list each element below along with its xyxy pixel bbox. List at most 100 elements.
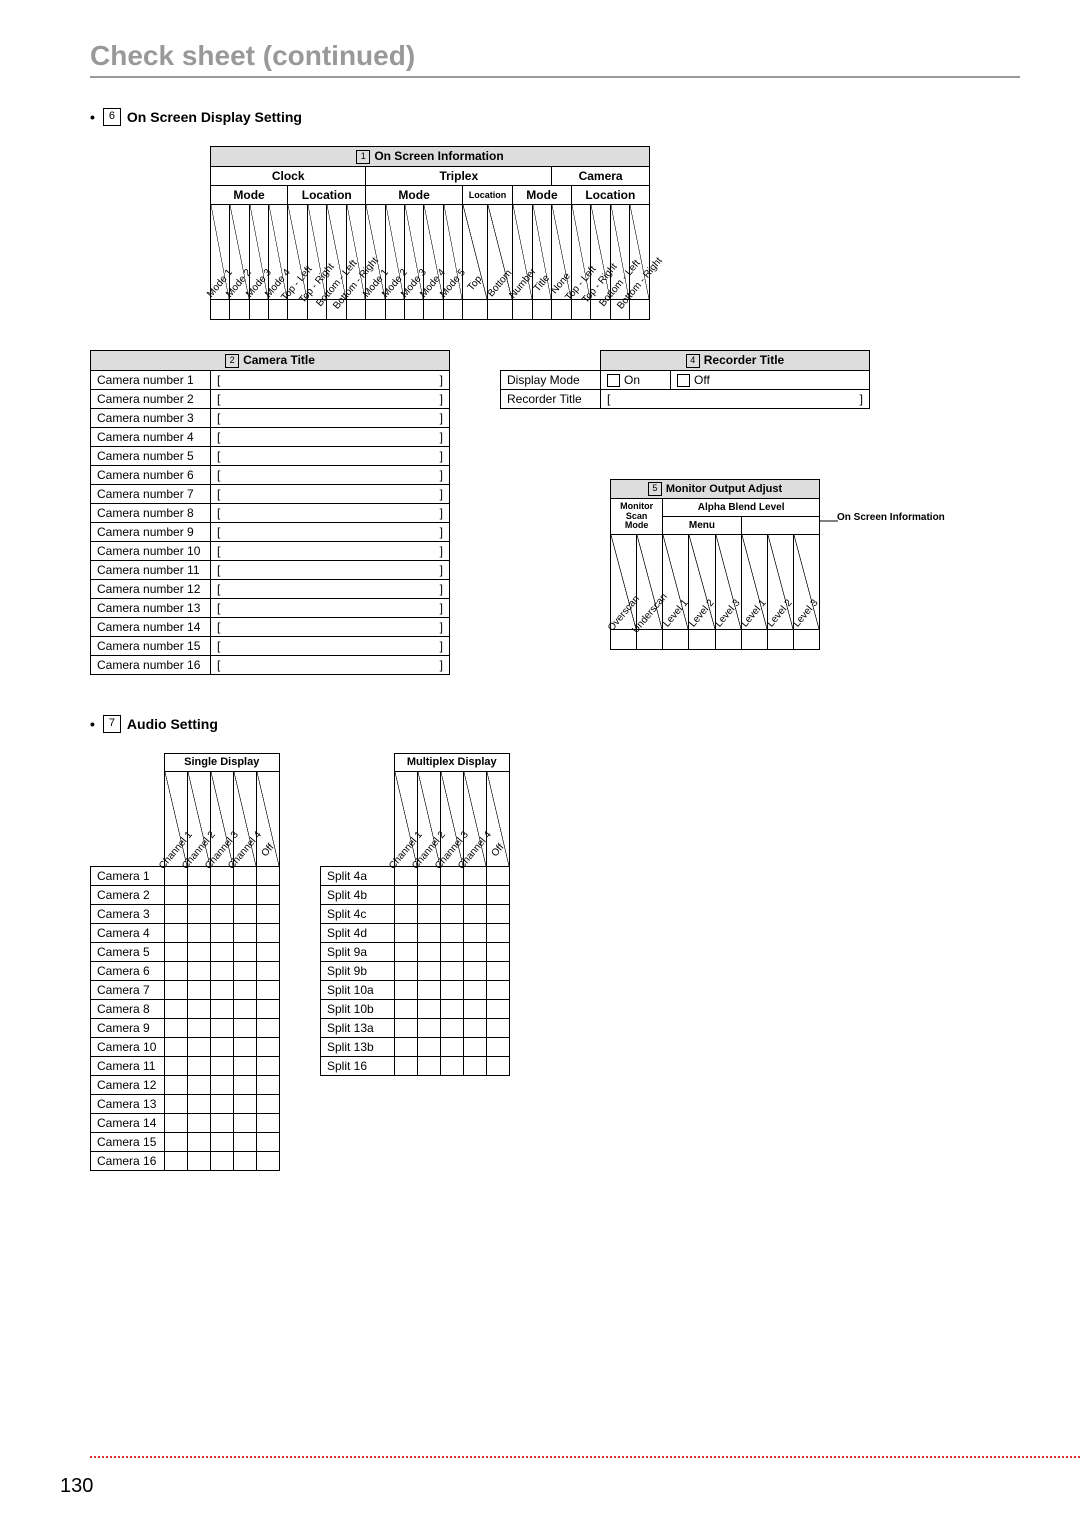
fill-cell[interactable] xyxy=(256,885,279,904)
fill-cell[interactable] xyxy=(256,866,279,885)
fill-cell[interactable] xyxy=(741,629,767,649)
fill-cell[interactable] xyxy=(417,1037,440,1056)
fill-cell[interactable] xyxy=(164,1018,187,1037)
fill-cell[interactable] xyxy=(394,1018,417,1037)
fill-cell[interactable] xyxy=(417,999,440,1018)
input-cell[interactable]: [] xyxy=(211,484,450,503)
fill-cell[interactable] xyxy=(486,866,509,885)
fill-cell[interactable] xyxy=(164,1113,187,1132)
fill-cell[interactable] xyxy=(210,1151,233,1170)
fill-cell[interactable] xyxy=(256,961,279,980)
fill-cell[interactable] xyxy=(187,885,210,904)
fill-cell[interactable] xyxy=(233,1132,256,1151)
fill-cell[interactable] xyxy=(164,980,187,999)
fill-cell[interactable] xyxy=(210,1132,233,1151)
fill-cell[interactable] xyxy=(394,942,417,961)
fill-cell[interactable] xyxy=(440,904,463,923)
fill-cell[interactable] xyxy=(230,299,249,319)
fill-cell[interactable] xyxy=(793,629,819,649)
fill-cell[interactable] xyxy=(513,299,532,319)
fill-cell[interactable] xyxy=(256,1056,279,1075)
fill-cell[interactable] xyxy=(463,942,486,961)
fill-cell[interactable] xyxy=(346,299,366,319)
fill-cell[interactable] xyxy=(233,999,256,1018)
fill-cell[interactable] xyxy=(210,1037,233,1056)
fill-cell[interactable] xyxy=(486,1018,509,1037)
input-cell[interactable]: [] xyxy=(211,370,450,389)
fill-cell[interactable] xyxy=(233,904,256,923)
fill-cell[interactable] xyxy=(486,904,509,923)
fill-cell[interactable] xyxy=(394,1056,417,1075)
fill-cell[interactable] xyxy=(164,923,187,942)
fill-cell[interactable] xyxy=(210,1075,233,1094)
fill-cell[interactable] xyxy=(187,1037,210,1056)
fill-cell[interactable] xyxy=(256,904,279,923)
fill-cell[interactable] xyxy=(417,980,440,999)
fill-cell[interactable] xyxy=(233,866,256,885)
input-cell[interactable]: [] xyxy=(211,655,450,674)
fill-cell[interactable] xyxy=(463,980,486,999)
fill-cell[interactable] xyxy=(394,980,417,999)
input-cell[interactable]: [] xyxy=(211,560,450,579)
fill-cell[interactable] xyxy=(404,299,423,319)
fill-cell[interactable] xyxy=(463,904,486,923)
fill-cell[interactable] xyxy=(417,942,440,961)
fill-cell[interactable] xyxy=(164,1132,187,1151)
fill-cell[interactable] xyxy=(486,1056,509,1075)
fill-cell[interactable] xyxy=(233,885,256,904)
fill-cell[interactable] xyxy=(164,1094,187,1113)
fill-cell[interactable] xyxy=(187,1113,210,1132)
fill-cell[interactable] xyxy=(233,923,256,942)
fill-cell[interactable] xyxy=(164,1075,187,1094)
fill-cell[interactable] xyxy=(233,1056,256,1075)
fill-cell[interactable] xyxy=(463,1056,486,1075)
fill-cell[interactable] xyxy=(440,885,463,904)
fill-cell[interactable] xyxy=(463,923,486,942)
fill-cell[interactable] xyxy=(552,299,571,319)
fill-cell[interactable] xyxy=(164,1056,187,1075)
t4-off[interactable]: Off xyxy=(671,370,870,389)
fill-cell[interactable] xyxy=(463,885,486,904)
fill-cell[interactable] xyxy=(187,1151,210,1170)
t4-input[interactable]: [] xyxy=(601,389,870,408)
fill-cell[interactable] xyxy=(394,999,417,1018)
fill-cell[interactable] xyxy=(187,980,210,999)
fill-cell[interactable] xyxy=(440,1018,463,1037)
fill-cell[interactable] xyxy=(463,999,486,1018)
fill-cell[interactable] xyxy=(486,961,509,980)
fill-cell[interactable] xyxy=(233,1094,256,1113)
fill-cell[interactable] xyxy=(417,923,440,942)
input-cell[interactable]: [] xyxy=(211,503,450,522)
fill-cell[interactable] xyxy=(210,961,233,980)
fill-cell[interactable] xyxy=(210,1113,233,1132)
fill-cell[interactable] xyxy=(394,1037,417,1056)
input-cell[interactable]: [] xyxy=(211,427,450,446)
input-cell[interactable]: [] xyxy=(211,636,450,655)
fill-cell[interactable] xyxy=(210,1056,233,1075)
fill-cell[interactable] xyxy=(256,1075,279,1094)
fill-cell[interactable] xyxy=(715,629,741,649)
input-cell[interactable]: [] xyxy=(211,465,450,484)
fill-cell[interactable] xyxy=(210,1018,233,1037)
fill-cell[interactable] xyxy=(187,1075,210,1094)
fill-cell[interactable] xyxy=(164,942,187,961)
fill-cell[interactable] xyxy=(187,1094,210,1113)
fill-cell[interactable] xyxy=(249,299,268,319)
fill-cell[interactable] xyxy=(486,980,509,999)
fill-cell[interactable] xyxy=(256,1037,279,1056)
fill-cell[interactable] xyxy=(210,923,233,942)
fill-cell[interactable] xyxy=(417,1018,440,1037)
fill-cell[interactable] xyxy=(164,1151,187,1170)
fill-cell[interactable] xyxy=(440,980,463,999)
fill-cell[interactable] xyxy=(486,942,509,961)
fill-cell[interactable] xyxy=(256,1113,279,1132)
fill-cell[interactable] xyxy=(463,961,486,980)
input-cell[interactable]: [] xyxy=(211,522,450,541)
input-cell[interactable]: [] xyxy=(211,598,450,617)
fill-cell[interactable] xyxy=(233,1113,256,1132)
input-cell[interactable]: [] xyxy=(211,408,450,427)
fill-cell[interactable] xyxy=(424,299,443,319)
fill-cell[interactable] xyxy=(233,961,256,980)
fill-cell[interactable] xyxy=(394,923,417,942)
fill-cell[interactable] xyxy=(187,1132,210,1151)
